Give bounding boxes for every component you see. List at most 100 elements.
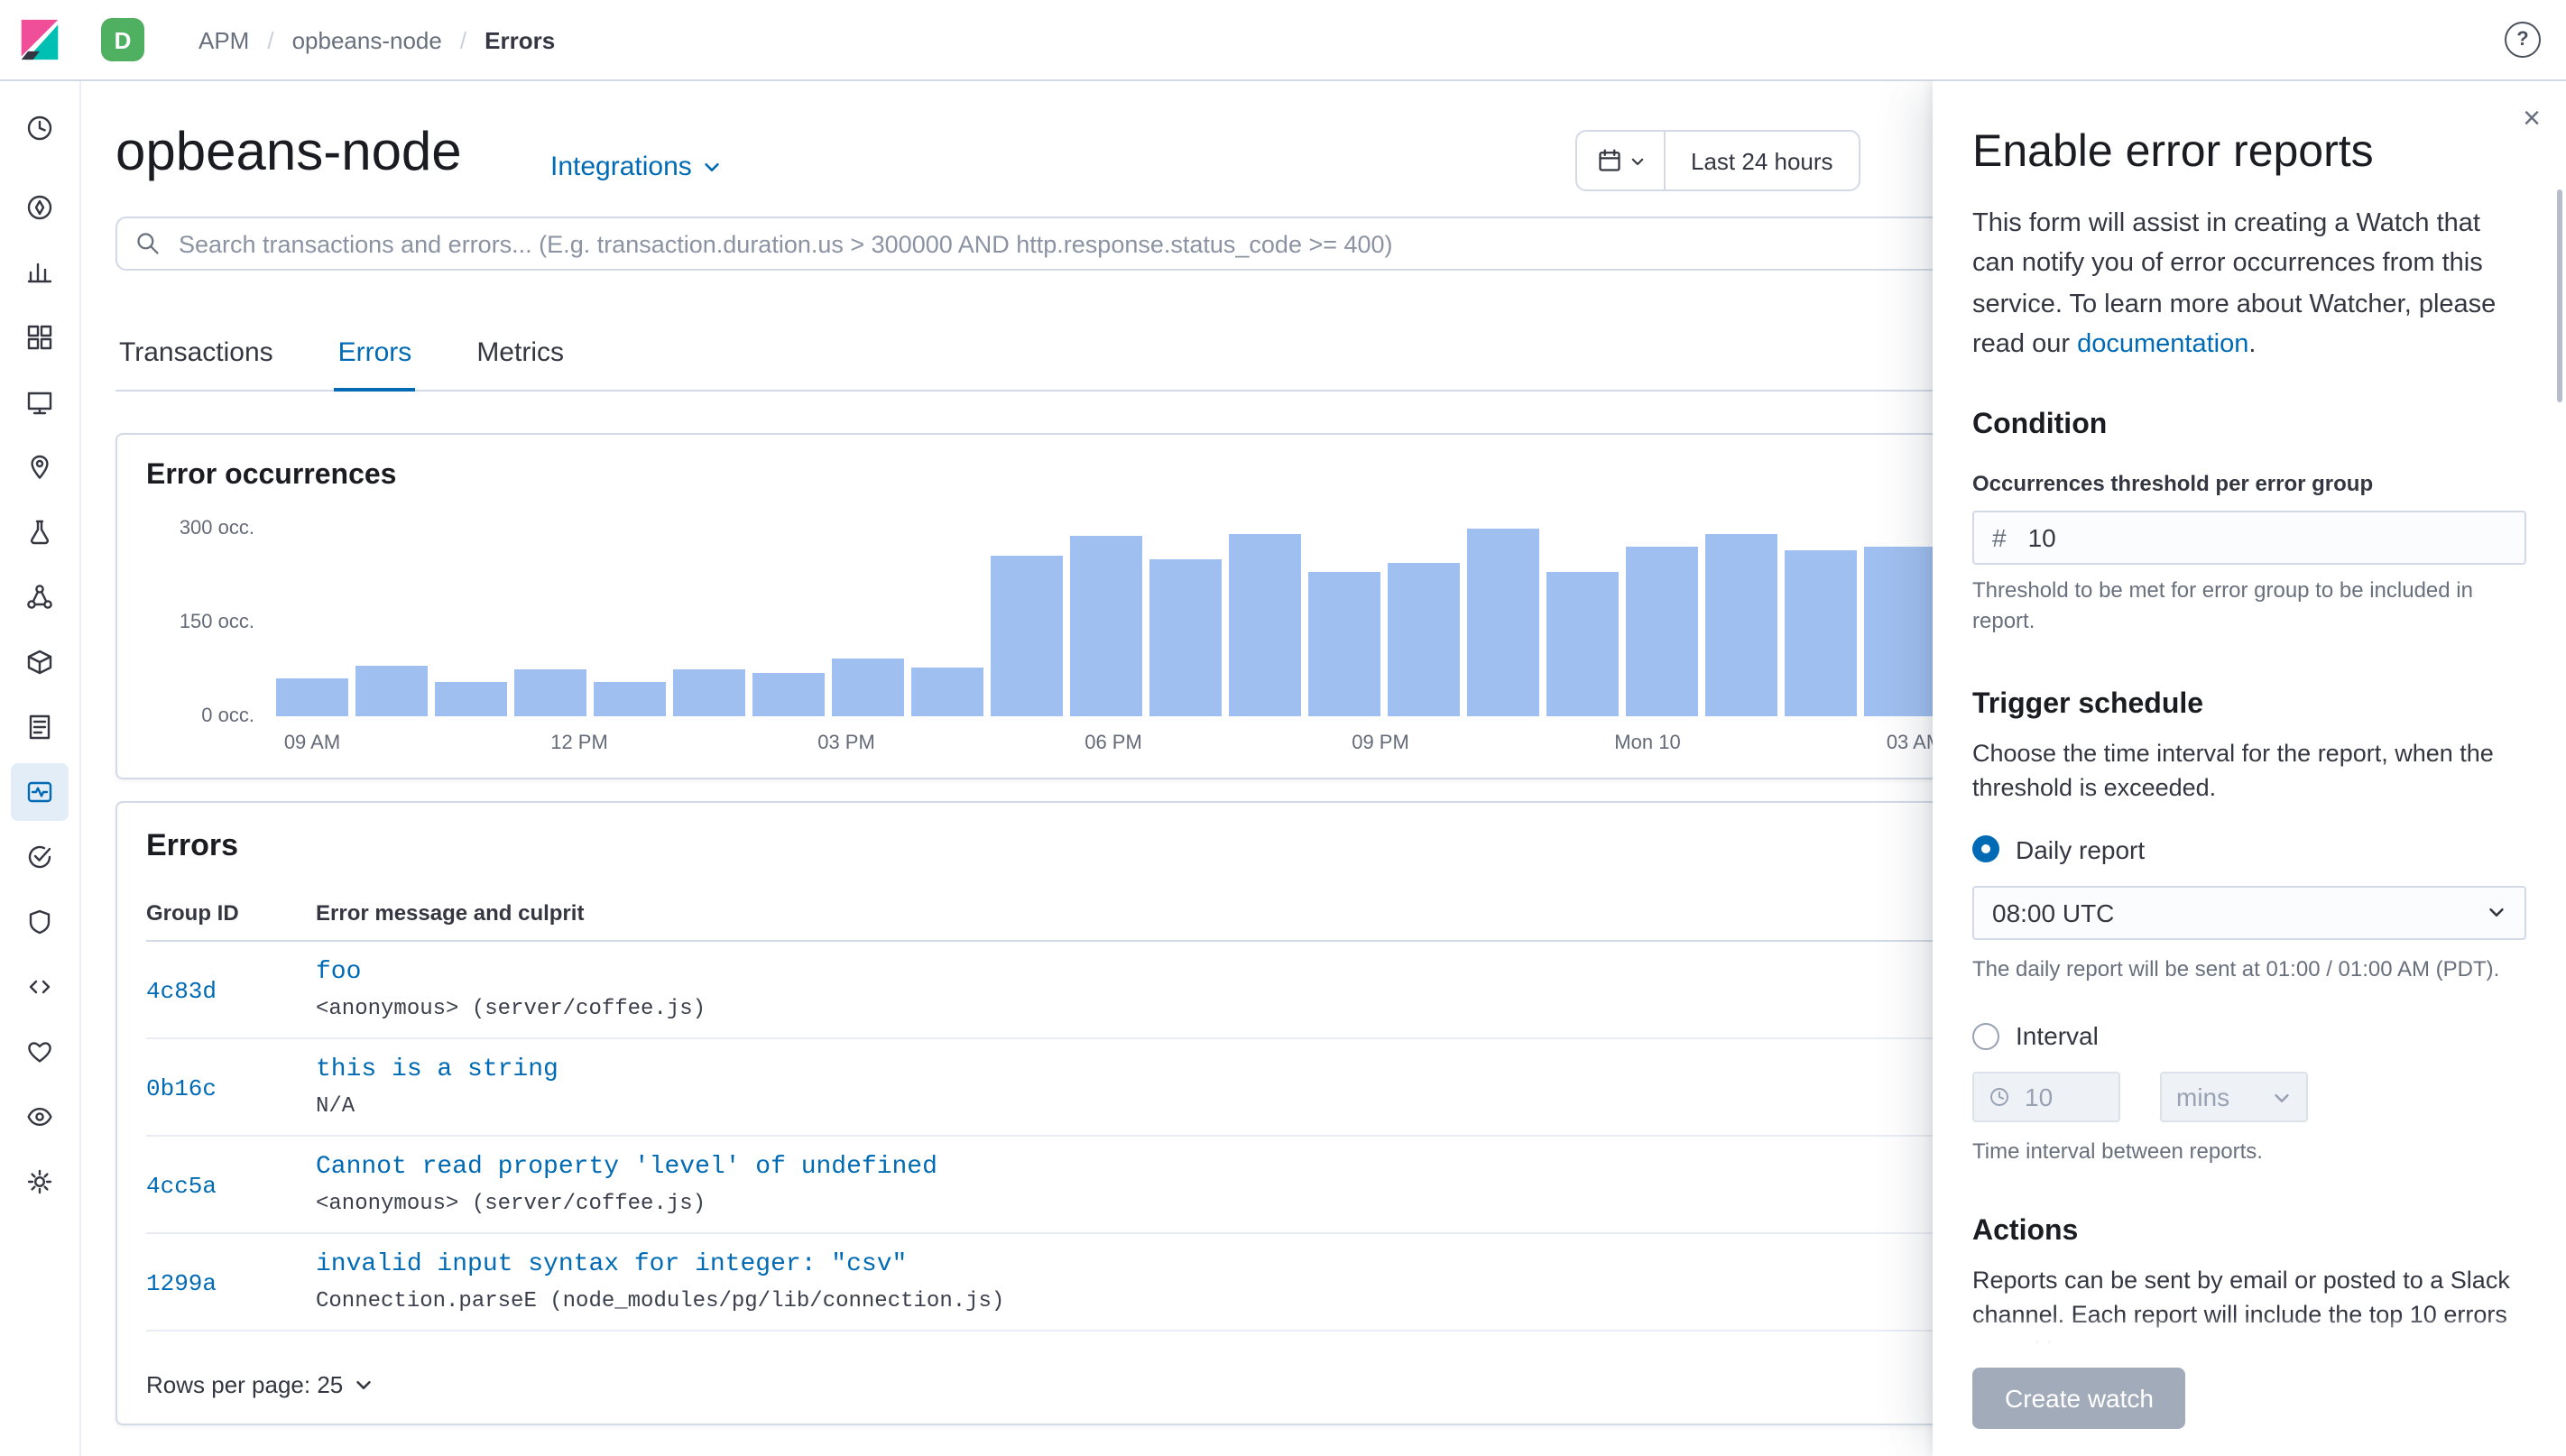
uptime-icon — [25, 843, 54, 871]
topbar-right: ? — [2505, 22, 2541, 58]
rows-per-page-button[interactable]: Rows per page: 25 — [146, 1371, 374, 1398]
column-header-message: Error message and culprit — [316, 900, 585, 926]
chevron-down-icon — [2275, 1093, 2289, 1102]
sidebar-item-graph[interactable] — [11, 568, 69, 626]
x-axis-tick: 03 PM — [817, 733, 875, 754]
date-picker-calendar-button[interactable] — [1577, 132, 1666, 189]
flyout-scrollbar[interactable] — [2557, 189, 2562, 402]
logs-icon — [25, 713, 54, 742]
integrations-label: Integrations — [550, 152, 692, 182]
sidebar-item-uptime[interactable] — [11, 828, 69, 886]
interval-unit-value: mins — [2176, 1083, 2230, 1112]
close-icon[interactable]: × — [2523, 103, 2541, 134]
time-range-button[interactable]: Last 24 hours — [1666, 132, 1859, 189]
stack-monitoring-icon — [25, 1037, 54, 1066]
help-icon[interactable]: ? — [2505, 22, 2541, 58]
sidebar-item-visualize[interactable] — [11, 244, 69, 301]
chart-y-axis: 300 occ. 150 occ. 0 occ. — [146, 518, 254, 727]
daily-report-help: The daily report will be sent at 01:00 /… — [1972, 955, 2500, 981]
space-avatar[interactable]: D — [101, 18, 144, 61]
watcher-icon — [25, 1102, 54, 1131]
x-axis-tick: 09 AM — [283, 733, 341, 754]
daily-report-radio[interactable] — [1972, 835, 1999, 863]
sidebar-item-machine-learning[interactable] — [11, 503, 69, 561]
error-message-link[interactable]: foo — [316, 958, 706, 987]
interval-unit-select[interactable]: mins — [2160, 1072, 2308, 1123]
interval-value-input[interactable] — [2021, 1081, 2104, 1114]
page-title: opbeans-node — [115, 123, 462, 182]
sidebar-item-security[interactable] — [11, 893, 69, 951]
chart-bar-20 — [1864, 547, 1936, 716]
tab-errors[interactable]: Errors — [334, 321, 416, 392]
breadcrumb-separator: / — [459, 26, 467, 53]
x-axis-tick: 06 PM — [1085, 733, 1142, 754]
x-axis-tick: 09 PM — [1352, 733, 1409, 754]
interval-help: Time interval between reports. — [1972, 1138, 2263, 1165]
error-group-link[interactable]: 4cc5a — [146, 1172, 217, 1199]
chart-bar-4 — [594, 682, 666, 716]
graph-icon — [25, 583, 54, 612]
breadcrumb-apm[interactable]: APM — [198, 26, 249, 53]
sidebar-item-watcher[interactable] — [11, 1088, 69, 1146]
actions-heading: Actions — [1972, 1215, 2079, 1247]
condition-heading: Condition — [1972, 409, 2108, 440]
visualize-icon — [25, 258, 54, 287]
chart-bar-18 — [1705, 534, 1777, 716]
threshold-label: Occurrences threshold per error group — [1972, 470, 2374, 496]
sidebar-item-dev-tools[interactable] — [11, 958, 69, 1016]
error-culprit: <anonymous> (server/coffee.js) — [316, 996, 706, 1021]
error-group-link[interactable]: 4c83d — [146, 977, 217, 1004]
canvas-icon — [25, 388, 54, 417]
chart-bar-10 — [1070, 536, 1142, 716]
threshold-help: Threshold to be met for error group to b… — [1972, 576, 2473, 634]
sidebar-item-logs[interactable] — [11, 698, 69, 756]
chevron-down-icon — [706, 162, 720, 171]
sidebar-item-infrastructure[interactable] — [11, 633, 69, 691]
security-icon — [25, 908, 54, 936]
chart-bar-13 — [1308, 572, 1380, 716]
discover-icon — [25, 193, 54, 222]
sidebar-item-recently-viewed[interactable] — [11, 99, 69, 157]
x-axis-tick: Mon 10 — [1614, 733, 1681, 754]
daily-time-select[interactable]: 08:00 UTC — [1972, 885, 2526, 940]
sidebar-item-apm[interactable] — [11, 763, 69, 821]
breadcrumb-separator: / — [267, 26, 274, 53]
interval-radio-row: Interval — [1972, 1021, 2526, 1050]
sidebar-item-canvas[interactable] — [11, 373, 69, 431]
tab-metrics[interactable]: Metrics — [473, 321, 568, 390]
integrations-dropdown[interactable]: Integrations — [550, 152, 723, 182]
threshold-input[interactable] — [2024, 521, 2506, 554]
breadcrumb-opbeans-node[interactable]: opbeans-node — [292, 26, 442, 53]
threshold-field: # — [1972, 510, 2526, 565]
chart-bar-15 — [1467, 529, 1539, 716]
interval-controls: mins — [1972, 1072, 2526, 1123]
error-message-link[interactable]: Cannot read property 'level' of undefine… — [316, 1153, 937, 1182]
error-message-link[interactable]: invalid input syntax for integer: "csv" — [316, 1250, 1004, 1279]
sidebar-item-stack-monitoring[interactable] — [11, 1023, 69, 1081]
tab-transactions[interactable]: Transactions — [115, 321, 277, 390]
apm-icon — [25, 778, 54, 806]
kibana-logo[interactable] — [0, 18, 79, 61]
documentation-link[interactable]: documentation — [2077, 331, 2248, 360]
error-group-link[interactable]: 1299a — [146, 1269, 217, 1296]
chart-bar-19 — [1785, 550, 1857, 716]
interval-radio[interactable] — [1972, 1022, 1999, 1050]
x-axis-tick: 12 PM — [550, 733, 608, 754]
error-group-link[interactable]: 0b16c — [146, 1074, 217, 1101]
trigger-schedule-heading: Trigger schedule — [1972, 688, 2204, 720]
sidebar-item-discover[interactable] — [11, 179, 69, 236]
chart-bar-5 — [673, 669, 745, 716]
daily-report-label: Daily report — [2016, 834, 2146, 864]
error-culprit: N/A — [316, 1093, 355, 1119]
chart-bar-9 — [991, 556, 1063, 716]
management-icon — [25, 1167, 54, 1196]
create-watch-button[interactable]: Create watch — [1972, 1368, 2186, 1429]
sidebar-item-dashboard[interactable] — [11, 309, 69, 366]
chevron-down-icon — [2489, 908, 2504, 917]
dev-tools-icon — [25, 972, 54, 1001]
date-picker: Last 24 hours — [1575, 130, 1860, 191]
machine-learning-icon — [25, 518, 54, 547]
sidebar-item-maps[interactable] — [11, 438, 69, 496]
error-message-link[interactable]: this is a string — [316, 1055, 558, 1084]
sidebar-item-management[interactable] — [11, 1153, 69, 1211]
